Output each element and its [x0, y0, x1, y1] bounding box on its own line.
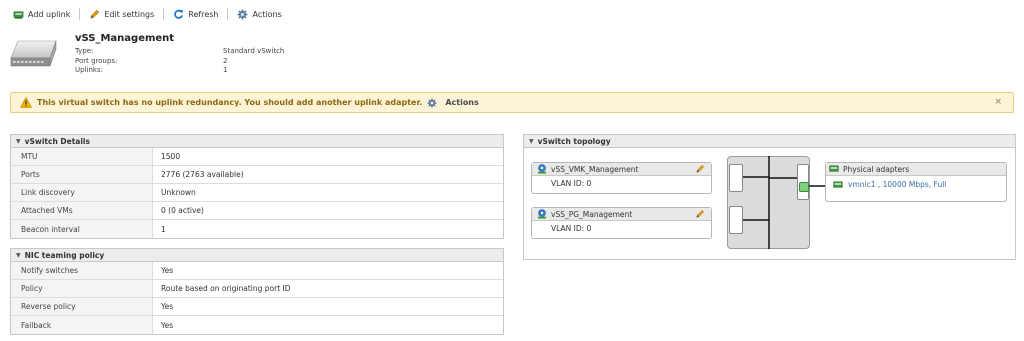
details-key: Ports — [11, 166, 153, 183]
details-value: Unknown — [161, 188, 196, 197]
port-group-header: vSS_PG_Management — [532, 208, 711, 221]
physical-adapters-title: Physical adapters — [843, 164, 910, 174]
nic-key: Policy — [11, 280, 153, 297]
nic-key: Failback — [11, 316, 153, 334]
adapter-label: vmnic1 , 10000 Mbps, Full — [848, 180, 947, 189]
refresh-label: Refresh — [188, 9, 219, 19]
port-group-name: vSS_VMK_Management — [551, 164, 639, 174]
details-key: Link discovery — [11, 184, 153, 201]
switch-summary: Type: Standard vSwitch Port groups: 2 Up… — [75, 47, 284, 76]
details-value: 1 — [161, 224, 166, 234]
add-uplink-button[interactable]: Add uplink — [10, 9, 73, 20]
vlan-id: VLAN ID: 0 — [551, 179, 592, 188]
details-row: Beacon interval 1 — [11, 220, 503, 238]
meta-value: 1 — [223, 66, 228, 74]
vswitch-details-header[interactable]: ▼ vSwitch Details — [11, 135, 503, 148]
vswitch-details-panel: ▼ vSwitch Details MTU 1500 Ports 2776 (2… — [10, 134, 504, 239]
redundancy-warning-banner: This virtual switch has no uplink redund… — [10, 92, 1014, 113]
meta-key: Type: — [75, 47, 94, 55]
nic-value: Route based on originating port ID — [161, 284, 291, 293]
vlan-id: VLAN ID: 0 — [551, 224, 592, 233]
switch-name: vSS_Management — [75, 33, 175, 44]
nic-value: Yes — [161, 302, 174, 311]
nic-row: Failback Yes — [11, 316, 503, 334]
details-value: 2776 (2763 available) — [161, 170, 244, 179]
details-row: Link discovery Unknown — [11, 184, 503, 202]
details-row: MTU 1500 — [11, 148, 503, 166]
meta-key: Uplinks: — [75, 66, 103, 74]
panel-title: vSwitch topology — [537, 136, 611, 146]
vswitch-topology-header[interactable]: ▼ vSwitch topology — [524, 135, 1015, 148]
details-value: 0 (0 active) — [161, 206, 204, 215]
nic-key: Reverse policy — [11, 298, 153, 315]
nic-key: Notify switches — [11, 262, 153, 279]
gear-icon — [238, 9, 248, 19]
toolbar-divider — [163, 8, 165, 20]
port-group-card[interactable]: vSS_PG_Management VLAN ID: 0 — [531, 207, 712, 239]
virtual-switch-diagram — [727, 156, 810, 249]
details-key: Attached VMs — [11, 202, 153, 219]
pencil-icon — [90, 9, 100, 19]
virtual-switch-icon — [10, 40, 57, 67]
collapse-caret-icon: ▼ — [529, 137, 534, 145]
edit-pencil-icon[interactable] — [695, 209, 705, 219]
warning-text: This virtual switch has no uplink redund… — [37, 98, 423, 107]
refresh-icon — [174, 9, 184, 19]
warning-icon — [20, 97, 32, 108]
gear-icon — [427, 98, 437, 107]
details-row: Ports 2776 (2763 available) — [11, 166, 503, 184]
nic-row: Reverse policy Yes — [11, 298, 503, 316]
details-key: Beacon interval — [11, 220, 153, 238]
port-group-card[interactable]: vSS_VMK_Management VLAN ID: 0 — [531, 162, 712, 194]
port-groups-row: Port groups: 2 — [75, 57, 284, 67]
switch-port — [729, 164, 743, 192]
edit-settings-label: Edit settings — [104, 9, 155, 19]
nic-value: Yes — [161, 320, 174, 330]
meta-value: 2 — [223, 56, 228, 65]
nic-teaming-header[interactable]: ▼ NIC teaming policy — [11, 249, 503, 262]
panel-title: vSwitch Details — [24, 136, 90, 146]
nic-teaming-panel: ▼ NIC teaming policy Notify switches Yes… — [10, 248, 504, 335]
edit-pencil-icon[interactable] — [695, 164, 705, 174]
network-adapter-icon — [833, 181, 843, 188]
switch-port — [729, 206, 743, 234]
edit-settings-button[interactable]: Edit settings — [86, 9, 157, 20]
details-key: MTU — [11, 148, 153, 165]
uplinks-row: Uplinks: 1 — [75, 66, 284, 76]
toolbar-divider — [227, 8, 229, 20]
nic-row: Policy Route based on originating port I… — [11, 280, 503, 298]
warning-actions-label: Actions — [445, 98, 479, 107]
collapse-caret-icon: ▼ — [16, 251, 21, 259]
collapse-caret-icon: ▼ — [16, 137, 21, 145]
actions-label: Actions — [252, 9, 282, 19]
warning-actions-button[interactable]: Actions — [427, 98, 479, 108]
port-group-header: vSS_VMK_Management — [532, 163, 711, 176]
actions-button[interactable]: Actions — [234, 9, 284, 20]
uplink-port-connector — [799, 182, 809, 192]
toolbar: Add uplink Edit settings Refresh Actions — [10, 6, 285, 22]
toolbar-divider — [79, 8, 81, 20]
panel-title: NIC teaming policy — [24, 250, 105, 260]
adapter-vmnic1[interactable]: vmnic1 , 10000 Mbps, Full — [826, 176, 1006, 189]
close-icon[interactable]: × — [994, 97, 1002, 107]
physical-adapters-card: Physical adapters vmnic1 , 10000 Mbps, F… — [825, 162, 1007, 202]
nic-value: Yes — [161, 266, 174, 275]
details-row: Attached VMs 0 (0 active) — [11, 202, 503, 220]
meta-key: Port groups: — [75, 56, 118, 65]
type-row: Type: Standard vSwitch — [75, 47, 284, 57]
nic-row: Notify switches Yes — [11, 262, 503, 280]
details-value: 1500 — [161, 152, 181, 161]
meta-value: Standard vSwitch — [223, 47, 285, 55]
physical-adapters-header: Physical adapters — [826, 163, 1006, 176]
add-uplink-label: Add uplink — [28, 9, 71, 19]
refresh-button[interactable]: Refresh — [170, 9, 221, 20]
port-group-icon — [538, 164, 546, 174]
port-group-icon — [538, 209, 546, 219]
network-adapter-icon — [829, 165, 839, 172]
port-group-name: vSS_PG_Management — [551, 209, 633, 219]
network-adapter-icon — [13, 10, 24, 19]
